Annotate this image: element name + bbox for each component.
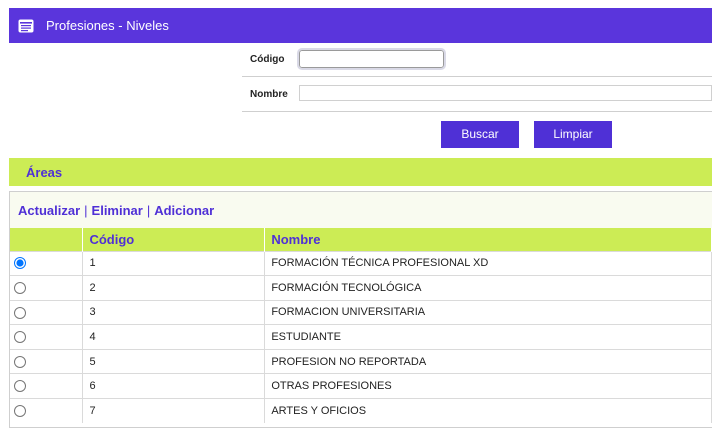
- areas-table: Código Nombre 1 FORMACIÓN TÉCNICA PROFESI…: [10, 228, 712, 424]
- row-radio[interactable]: [14, 281, 26, 294]
- separator: |: [146, 202, 151, 218]
- search-form: Código Nombre: [242, 43, 712, 113]
- section-header: Áreas: [9, 158, 712, 186]
- codigo-cell: 5: [82, 348, 266, 374]
- row-select-cell: [10, 373, 84, 399]
- codigo-cell: 1: [82, 250, 266, 276]
- row-radio[interactable]: [14, 355, 26, 368]
- table-row[interactable]: 7 ARTES Y OFICIOS: [10, 398, 712, 424]
- row-radio[interactable]: [14, 306, 26, 319]
- codigo-row: Código: [242, 43, 712, 77]
- nombre-cell: ARTES Y OFICIOS: [264, 398, 712, 424]
- section-title: Áreas: [26, 164, 63, 180]
- page-title: Profesiones - Niveles: [46, 18, 169, 33]
- nombre-cell: OTRAS PROFESIONES: [264, 373, 712, 399]
- codigo-cell: 3: [82, 299, 266, 325]
- eliminar-link[interactable]: Eliminar: [92, 203, 143, 218]
- adicionar-link[interactable]: Adicionar: [154, 203, 214, 218]
- row-radio[interactable]: [14, 405, 26, 418]
- limpiar-button[interactable]: Limpiar: [534, 121, 612, 148]
- nombre-cell: FORMACION UNIVERSITARIA: [264, 299, 712, 325]
- codigo-cell: 2: [82, 275, 266, 301]
- codigo-cell: 7: [82, 398, 266, 424]
- row-radio[interactable]: [14, 331, 26, 344]
- row-radio[interactable]: [14, 257, 26, 270]
- row-select-cell: [10, 250, 84, 276]
- nombre-cell: PROFESION NO REPORTADA: [264, 348, 712, 374]
- table-header-row: Código Nombre: [10, 228, 712, 251]
- table-row[interactable]: 1 FORMACIÓN TÉCNICA PROFESIONAL XD: [10, 250, 712, 276]
- codigo-cell: 6: [82, 373, 266, 399]
- row-select-cell: [10, 299, 84, 325]
- row-select-cell: [10, 398, 84, 424]
- nombre-cell: FORMACIÓN TECNOLÓGICA: [264, 275, 712, 301]
- table-row[interactable]: 4 ESTUDIANTE: [10, 324, 712, 350]
- list-window-icon: [18, 19, 34, 32]
- action-links: Actualizar | Eliminar | Adicionar: [10, 192, 712, 228]
- row-select-cell: [10, 275, 84, 301]
- separator: |: [84, 202, 88, 218]
- window-titlebar: Profesiones - Niveles: [9, 8, 712, 43]
- actualizar-link[interactable]: Actualizar: [18, 203, 80, 218]
- nombre-cell: ESTUDIANTE: [264, 324, 712, 350]
- nombre-column-header[interactable]: Nombre: [264, 228, 712, 251]
- areas-panel: Actualizar | Eliminar | Adicionar Código…: [9, 191, 712, 428]
- nombre-label: Nombre: [250, 89, 288, 100]
- select-column-header: [10, 228, 84, 251]
- row-select-cell: [10, 324, 84, 350]
- row-select-cell: [10, 348, 84, 374]
- table-row[interactable]: 2 FORMACIÓN TECNOLÓGICA: [10, 275, 712, 301]
- table-row[interactable]: 6 OTRAS PROFESIONES: [10, 373, 712, 399]
- buscar-button[interactable]: Buscar: [441, 121, 519, 148]
- table-row[interactable]: 5 PROFESION NO REPORTADA: [10, 348, 712, 374]
- codigo-column-header[interactable]: Código: [82, 228, 266, 251]
- codigo-cell: 4: [82, 324, 266, 350]
- nombre-input[interactable]: [299, 85, 712, 101]
- table-body: 1 FORMACIÓN TÉCNICA PROFESIONAL XD 2 FORMAC…: [10, 250, 712, 424]
- table-row[interactable]: 3 FORMACION UNIVERSITARIA: [10, 299, 712, 325]
- nombre-row: Nombre: [242, 78, 712, 112]
- row-radio[interactable]: [14, 380, 26, 393]
- codigo-label: Código: [250, 54, 285, 65]
- nombre-cell: FORMACIÓN TÉCNICA PROFESIONAL XD: [264, 250, 712, 276]
- codigo-input[interactable]: [297, 48, 446, 70]
